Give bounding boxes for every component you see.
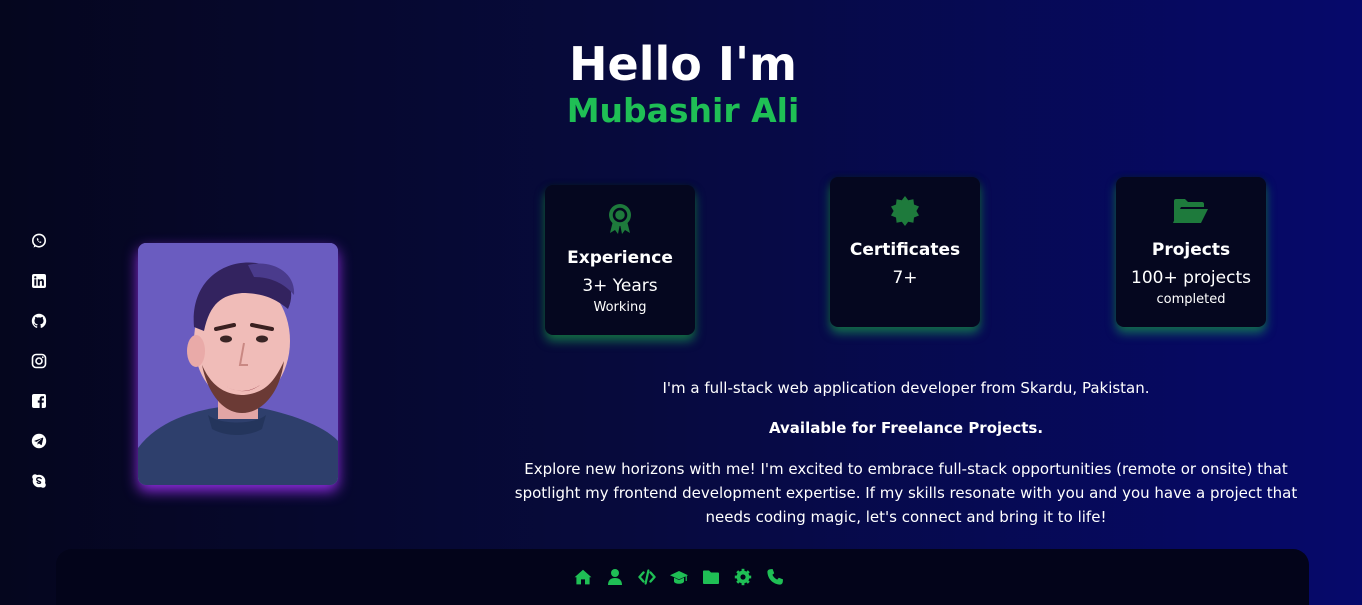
avatar — [138, 243, 338, 485]
code-icon[interactable] — [638, 568, 656, 586]
skype-icon[interactable] — [30, 473, 48, 491]
card-value: 3+ Years — [582, 276, 658, 296]
card-value: 100+ projects — [1131, 268, 1251, 288]
about-intro: I'm a full-stack web application develop… — [662, 379, 1150, 397]
about-section: I'm a full-stack web application develop… — [490, 377, 1322, 529]
card-title: Experience — [567, 248, 673, 268]
bottom-navbar — [56, 549, 1309, 605]
telegram-icon[interactable] — [30, 433, 48, 451]
hero-name: Mubashir Ali — [566, 91, 800, 130]
availability-text: Available for Freelance Projects. — [768, 419, 1044, 437]
card-title: Certificates — [849, 240, 961, 260]
github-icon[interactable] — [30, 313, 48, 331]
card-subtitle: Working — [593, 300, 647, 315]
card-title: Projects — [1151, 240, 1231, 260]
whatsapp-icon[interactable] — [30, 233, 48, 251]
user-icon[interactable] — [606, 568, 624, 586]
folder-open-icon — [1173, 199, 1208, 223]
instagram-icon[interactable] — [30, 353, 48, 371]
graduation-cap-icon[interactable] — [670, 568, 688, 586]
card-value: 7+ — [892, 268, 918, 288]
phone-icon[interactable] — [766, 568, 784, 586]
experience-card: Experience 3+ Years Working — [545, 185, 695, 335]
projects-card: Projects 100+ projects completed — [1116, 177, 1266, 327]
gear-icon[interactable] — [734, 568, 752, 586]
home-icon[interactable] — [574, 568, 592, 586]
social-sidebar — [30, 232, 48, 513]
award-icon — [609, 204, 631, 234]
hero-greeting: Hello I'm — [569, 37, 797, 91]
certificate-icon — [891, 196, 919, 226]
linkedin-icon[interactable] — [30, 273, 48, 291]
about-description: Explore new horizons with me! I'm excite… — [514, 460, 1298, 526]
card-subtitle: completed — [1156, 292, 1226, 307]
facebook-icon[interactable] — [30, 393, 48, 411]
folder-icon[interactable] — [702, 568, 720, 586]
certificates-card: Certificates 7+ — [830, 177, 980, 327]
